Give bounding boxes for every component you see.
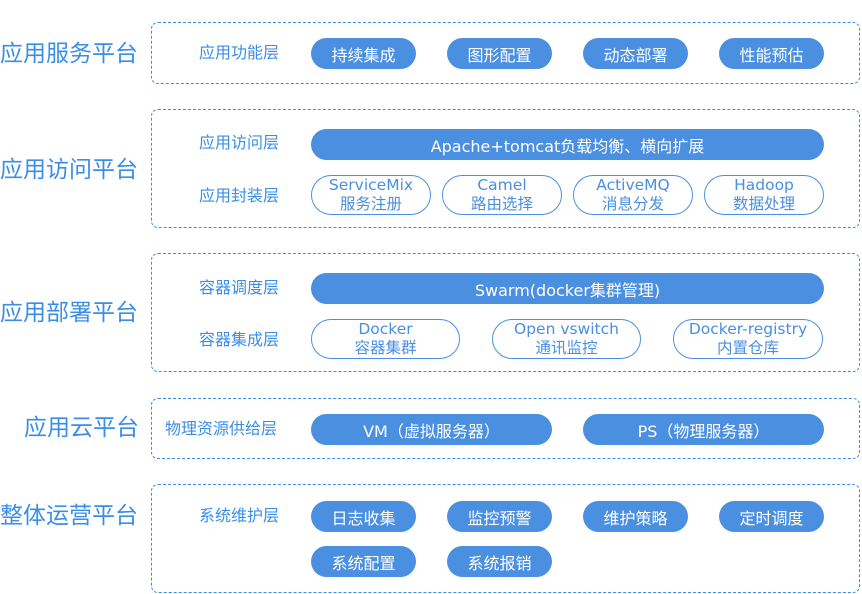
platform-label-service: 应用服务平台	[0, 41, 138, 67]
item-scheduled-tasks: 定时调度	[719, 501, 824, 532]
item-docker-registry-bottom: 内置仓库	[716, 339, 779, 357]
item-system-report: 系统报销	[447, 546, 552, 577]
item-camel-bottom: 路由选择	[470, 195, 533, 213]
item-docker-top: Docker	[358, 320, 413, 338]
layer-label-resources: 物理资源供给层	[165, 419, 278, 438]
platform-label-cloud: 应用云平台	[24, 415, 139, 441]
item-docker: Docker 容器集群	[311, 319, 460, 359]
item-docker-registry: Docker-registry 内置仓库	[673, 319, 823, 359]
layer-label-function: 应用功能层	[199, 43, 280, 62]
layer-label-integration: 容器集成层	[199, 330, 280, 349]
item-log-collection: 日志收集	[311, 501, 416, 532]
item-open-vswitch-bottom: 通讯监控	[535, 339, 598, 357]
item-hadoop: Hadoop 数据处理	[704, 175, 824, 215]
item-camel: Camel 路由选择	[442, 175, 562, 215]
item-servicemix: ServiceMix 服务注册	[311, 175, 431, 215]
item-ps: PS（物理服务器）	[583, 414, 824, 445]
item-continuous-integration: 持续集成	[311, 38, 416, 69]
item-monitor-alert: 监控预警	[447, 501, 552, 532]
item-open-vswitch: Open vswitch 通讯监控	[492, 319, 641, 359]
layer-label-maintenance: 系统维护层	[199, 506, 280, 525]
item-servicemix-top: ServiceMix	[328, 176, 414, 194]
item-vm: VM（虚拟服务器）	[311, 414, 552, 445]
item-docker-registry-top: Docker-registry	[688, 320, 808, 338]
item-camel-top: Camel	[477, 176, 527, 194]
item-maint-strategy: 维护策略	[583, 501, 688, 532]
item-dynamic-deploy: 动态部署	[583, 38, 688, 69]
item-activemq-bottom: 消息分发	[601, 195, 664, 213]
item-system-config: 系统配置	[311, 546, 416, 577]
item-docker-bottom: 容器集群	[354, 339, 417, 357]
item-swarm: Swarm(docker集群管理)	[311, 273, 824, 304]
layer-label-scheduling: 容器调度层	[199, 278, 280, 297]
platform-label-operations: 整体运营平台	[0, 503, 138, 529]
item-graph-config: 图形配置	[447, 38, 552, 69]
item-open-vswitch-top: Open vswitch	[514, 320, 619, 338]
item-activemq: ActiveMQ 消息分发	[573, 175, 693, 215]
item-activemq-top: ActiveMQ	[596, 176, 670, 194]
platform-label-access: 应用访问平台	[0, 157, 138, 183]
item-servicemix-bottom: 服务注册	[339, 195, 402, 213]
platform-label-deploy: 应用部署平台	[0, 300, 138, 326]
layer-label-access: 应用访问层	[199, 133, 280, 152]
item-apache-tomcat: Apache+tomcat负载均衡、横向扩展	[311, 129, 824, 160]
item-perf-estimate: 性能预估	[719, 38, 824, 69]
item-hadoop-bottom: 数据处理	[732, 195, 795, 213]
layer-label-wrap: 应用封装层	[199, 186, 280, 205]
item-hadoop-top: Hadoop	[734, 176, 794, 194]
